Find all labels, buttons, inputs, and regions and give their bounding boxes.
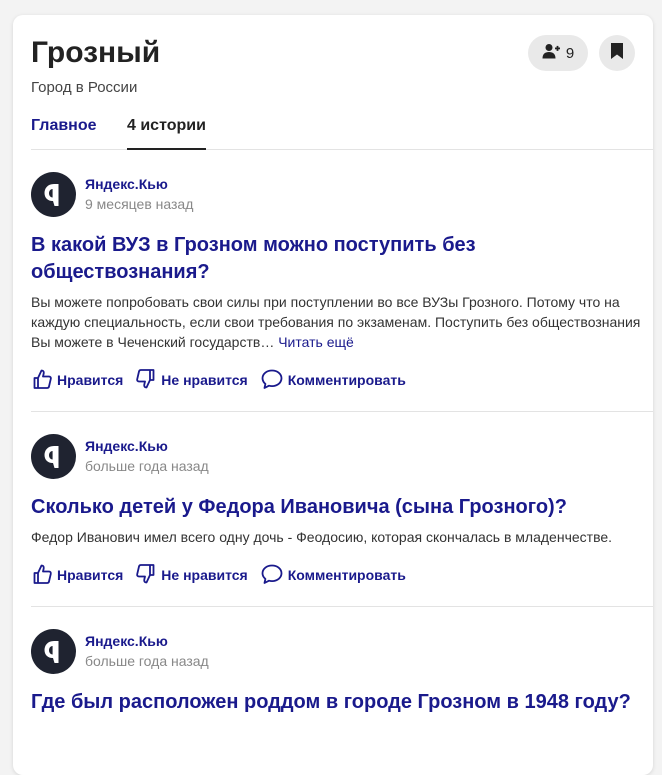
- story-meta: Яндекс.Кью больше года назад: [85, 437, 209, 476]
- source-name[interactable]: Яндекс.Кью: [85, 437, 209, 455]
- source-name[interactable]: Яндекс.Кью: [85, 175, 193, 193]
- divider: [31, 606, 653, 607]
- comment-label: Комментировать: [287, 372, 406, 388]
- comment-label: Комментировать: [287, 567, 406, 583]
- question-title[interactable]: Сколько детей у Федора Ивановича (сына Г…: [31, 494, 653, 521]
- tab-stories[interactable]: 4 истории: [127, 117, 206, 150]
- tab-stories-label: 4 истории: [127, 117, 206, 134]
- answer-excerpt: Вы можете попробовать свои силы при пост…: [31, 292, 653, 352]
- post-time: 9 месяцев назад: [85, 196, 194, 212]
- comment-button[interactable]: Комментировать: [260, 563, 406, 588]
- follow-button[interactable]: 9: [528, 35, 588, 71]
- question-title[interactable]: Где был расположен роддом в городе Грозн…: [31, 689, 653, 716]
- thumbs-up-icon: [31, 563, 57, 588]
- active-tab-indicator: [127, 148, 206, 150]
- yandex-q-logo-icon[interactable]: [31, 629, 76, 674]
- tabs-bar: Главное 4 истории: [31, 117, 653, 150]
- like-label: Нравится: [57, 372, 124, 388]
- source-name[interactable]: Яндекс.Кью: [85, 632, 209, 650]
- tab-main[interactable]: Главное: [31, 117, 97, 149]
- story-actions: Нравится Не нравится Комментировать: [31, 366, 653, 394]
- bookmark-button[interactable]: [599, 35, 635, 71]
- answer-excerpt-text: Федор Иванович имел всего одну дочь - Фе…: [31, 529, 613, 545]
- comment-bubble-icon: [260, 563, 288, 588]
- bookmark-icon: [610, 42, 624, 64]
- post-time: больше года назад: [85, 653, 209, 669]
- dislike-button[interactable]: Не нравится: [135, 368, 248, 393]
- header-actions: 9: [528, 35, 635, 71]
- story-item: Яндекс.Кью больше года назад Где был рас…: [31, 629, 653, 716]
- story-item: Яндекс.Кью больше года назад Сколько дет…: [31, 434, 653, 607]
- dislike-button[interactable]: Не нравится: [135, 563, 248, 588]
- stories-feed: Яндекс.Кью 9 месяцев назад В какой ВУЗ в…: [31, 172, 653, 716]
- story-header: Яндекс.Кью больше года назад: [31, 629, 653, 675]
- person-add-icon: [542, 43, 560, 63]
- like-button[interactable]: Нравится: [31, 368, 123, 393]
- dislike-label: Не нравится: [161, 372, 248, 388]
- story-meta: Яндекс.Кью больше года назад: [85, 632, 209, 671]
- topic-header: Грозный Город в России 9: [31, 35, 635, 98]
- followers-count: 9: [565, 44, 575, 62]
- read-more-link[interactable]: Читать ещё: [278, 334, 354, 350]
- divider: [31, 411, 653, 412]
- yandex-q-logo-icon[interactable]: [31, 434, 76, 479]
- answer-excerpt: Федор Иванович имел всего одну дочь - Фе…: [31, 527, 653, 547]
- thumbs-down-icon: [135, 563, 161, 588]
- story-header: Яндекс.Кью больше года назад: [31, 434, 653, 480]
- yandex-q-logo-icon[interactable]: [31, 172, 76, 217]
- like-label: Нравится: [57, 567, 124, 583]
- page-subtitle: Город в России: [31, 79, 138, 96]
- topic-card: Грозный Город в России 9 Главное 4 истор…: [13, 15, 653, 775]
- question-title[interactable]: В какой ВУЗ в Грозном можно поступить бе…: [31, 232, 653, 286]
- comment-button[interactable]: Комментировать: [260, 368, 406, 393]
- thumbs-down-icon: [135, 368, 161, 393]
- dislike-label: Не нравится: [161, 567, 248, 583]
- story-actions: Нравится Не нравится Комментировать: [31, 561, 653, 589]
- story-header: Яндекс.Кью 9 месяцев назад: [31, 172, 653, 218]
- story-meta: Яндекс.Кью 9 месяцев назад: [85, 175, 193, 214]
- comment-bubble-icon: [260, 368, 288, 393]
- like-button[interactable]: Нравится: [31, 563, 123, 588]
- story-item: Яндекс.Кью 9 месяцев назад В какой ВУЗ в…: [31, 172, 653, 412]
- thumbs-up-icon: [31, 368, 57, 393]
- post-time: больше года назад: [85, 458, 209, 474]
